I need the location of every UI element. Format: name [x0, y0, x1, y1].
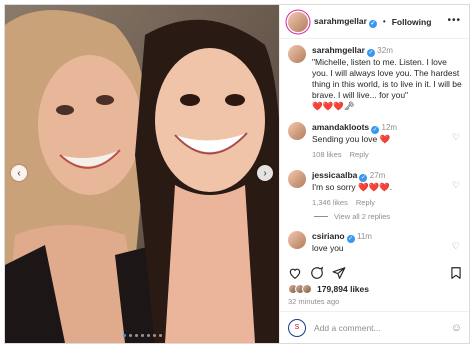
comment-time: 27m — [369, 171, 386, 180]
like-comment-icon[interactable]: ♡ — [452, 241, 460, 252]
share-icon[interactable] — [332, 266, 346, 280]
author-username[interactable]: sarahmgellar ✓ — [314, 16, 377, 28]
carousel-dot — [146, 334, 150, 337]
bookmark-icon[interactable] — [449, 266, 463, 280]
post-actions — [288, 263, 463, 283]
carousel-dot — [128, 334, 132, 337]
author-avatar[interactable] — [288, 11, 308, 32]
comment-item: amandakloots ✓ 12m Sending you love ❤️ 10… — [280, 120, 469, 160]
liker-avatars — [288, 284, 312, 294]
carousel-dot — [140, 334, 144, 337]
post-sidebar: sarahmgellar ✓ • Following ••• sarahmgell… — [279, 5, 469, 343]
verified-icon: ✓ — [346, 235, 355, 243]
carousel-prev-button[interactable]: ‹ — [11, 165, 27, 181]
post-photo[interactable]: ‹ › — [5, 5, 279, 343]
view-replies-label[interactable]: View all 2 replies — [334, 212, 390, 221]
verified-icon: ✓ — [359, 174, 368, 182]
comment-item: csiriano ✓ 11m love you ♡ — [280, 229, 469, 254]
like-comment-icon[interactable]: ♡ — [452, 180, 460, 191]
carousel-dot — [152, 334, 156, 337]
author-username-text[interactable]: sarahmgellar — [314, 16, 367, 26]
comment-time: 12m — [381, 123, 398, 132]
like-heart-icon[interactable] — [288, 266, 302, 280]
photo-illustration — [5, 5, 279, 343]
caption: sarahmgellar ✓ 32m "Michelle, listen to m… — [280, 43, 469, 112]
post-timestamp: 32 minutes ago — [288, 297, 340, 306]
comment-likes[interactable]: 1,346 likes — [312, 198, 348, 207]
commenter-avatar[interactable] — [288, 122, 306, 140]
caption-avatar[interactable] — [288, 45, 306, 63]
commenter-avatar[interactable] — [288, 231, 306, 249]
caption-username[interactable]: sarahmgellar — [312, 45, 365, 55]
chevron-right-icon: › — [263, 167, 267, 179]
carousel-next-button[interactable]: › — [257, 165, 273, 181]
header-separator: • — [382, 17, 386, 26]
post-header: sarahmgellar ✓ • Following ••• — [280, 5, 469, 39]
likes-summary[interactable]: 179,894 likes — [288, 284, 369, 294]
carousel-dots — [5, 334, 279, 337]
caption-emojis: ❤️❤️❤️🗝 — [312, 101, 355, 111]
carousel-dot — [134, 334, 138, 337]
carousel-dot — [158, 334, 162, 337]
comment-text: love you — [312, 243, 344, 253]
comment-likes[interactable]: 108 likes — [312, 150, 342, 159]
comment-text: I'm so sorry ❤️❤️❤️. — [312, 182, 393, 192]
commenter-username[interactable]: csiriano — [312, 231, 345, 241]
likes-count[interactable]: 179,894 likes — [317, 284, 369, 294]
following-button[interactable]: Following — [392, 17, 432, 27]
instagram-post: ‹ › sarahmgellar ✓ • Following ••• sarahm… — [4, 4, 470, 344]
comments-list[interactable]: sarahmgellar ✓ 32m "Michelle, listen to m… — [280, 43, 469, 259]
add-comment-bar: S ☺ — [280, 311, 469, 343]
verified-icon: ✓ — [366, 49, 375, 57]
comment-text: Sending you love ❤️ — [312, 134, 391, 144]
commenter-avatar[interactable] — [288, 170, 306, 188]
replies-line — [314, 216, 328, 217]
view-replies-button[interactable]: View all 2 replies — [280, 212, 469, 221]
verified-icon: ✓ — [368, 19, 377, 28]
carousel-dot — [122, 334, 126, 337]
caption-text: "Michelle, listen to me. Listen. I love … — [312, 57, 462, 100]
comment-icon[interactable] — [310, 266, 324, 280]
reply-button[interactable]: Reply — [350, 150, 369, 159]
chevron-left-icon: ‹ — [17, 167, 21, 179]
comment-item: jessicaalba ✓ 27m I'm so sorry ❤️❤️❤️. 1,… — [280, 168, 469, 208]
add-comment-input[interactable] — [314, 322, 443, 333]
more-options-icon[interactable]: ••• — [447, 15, 461, 26]
reply-button[interactable]: Reply — [356, 198, 375, 207]
verified-icon: ✓ — [371, 126, 380, 134]
comment-time: 11m — [356, 232, 372, 241]
commenter-profile-icon: S — [288, 318, 306, 337]
commenter-username[interactable]: amandakloots — [312, 122, 369, 132]
emoji-picker-icon[interactable]: ☺ — [451, 322, 462, 334]
like-comment-icon[interactable]: ♡ — [452, 132, 460, 143]
commenter-username[interactable]: jessicaalba — [312, 170, 357, 180]
caption-time: 32m — [377, 46, 393, 55]
